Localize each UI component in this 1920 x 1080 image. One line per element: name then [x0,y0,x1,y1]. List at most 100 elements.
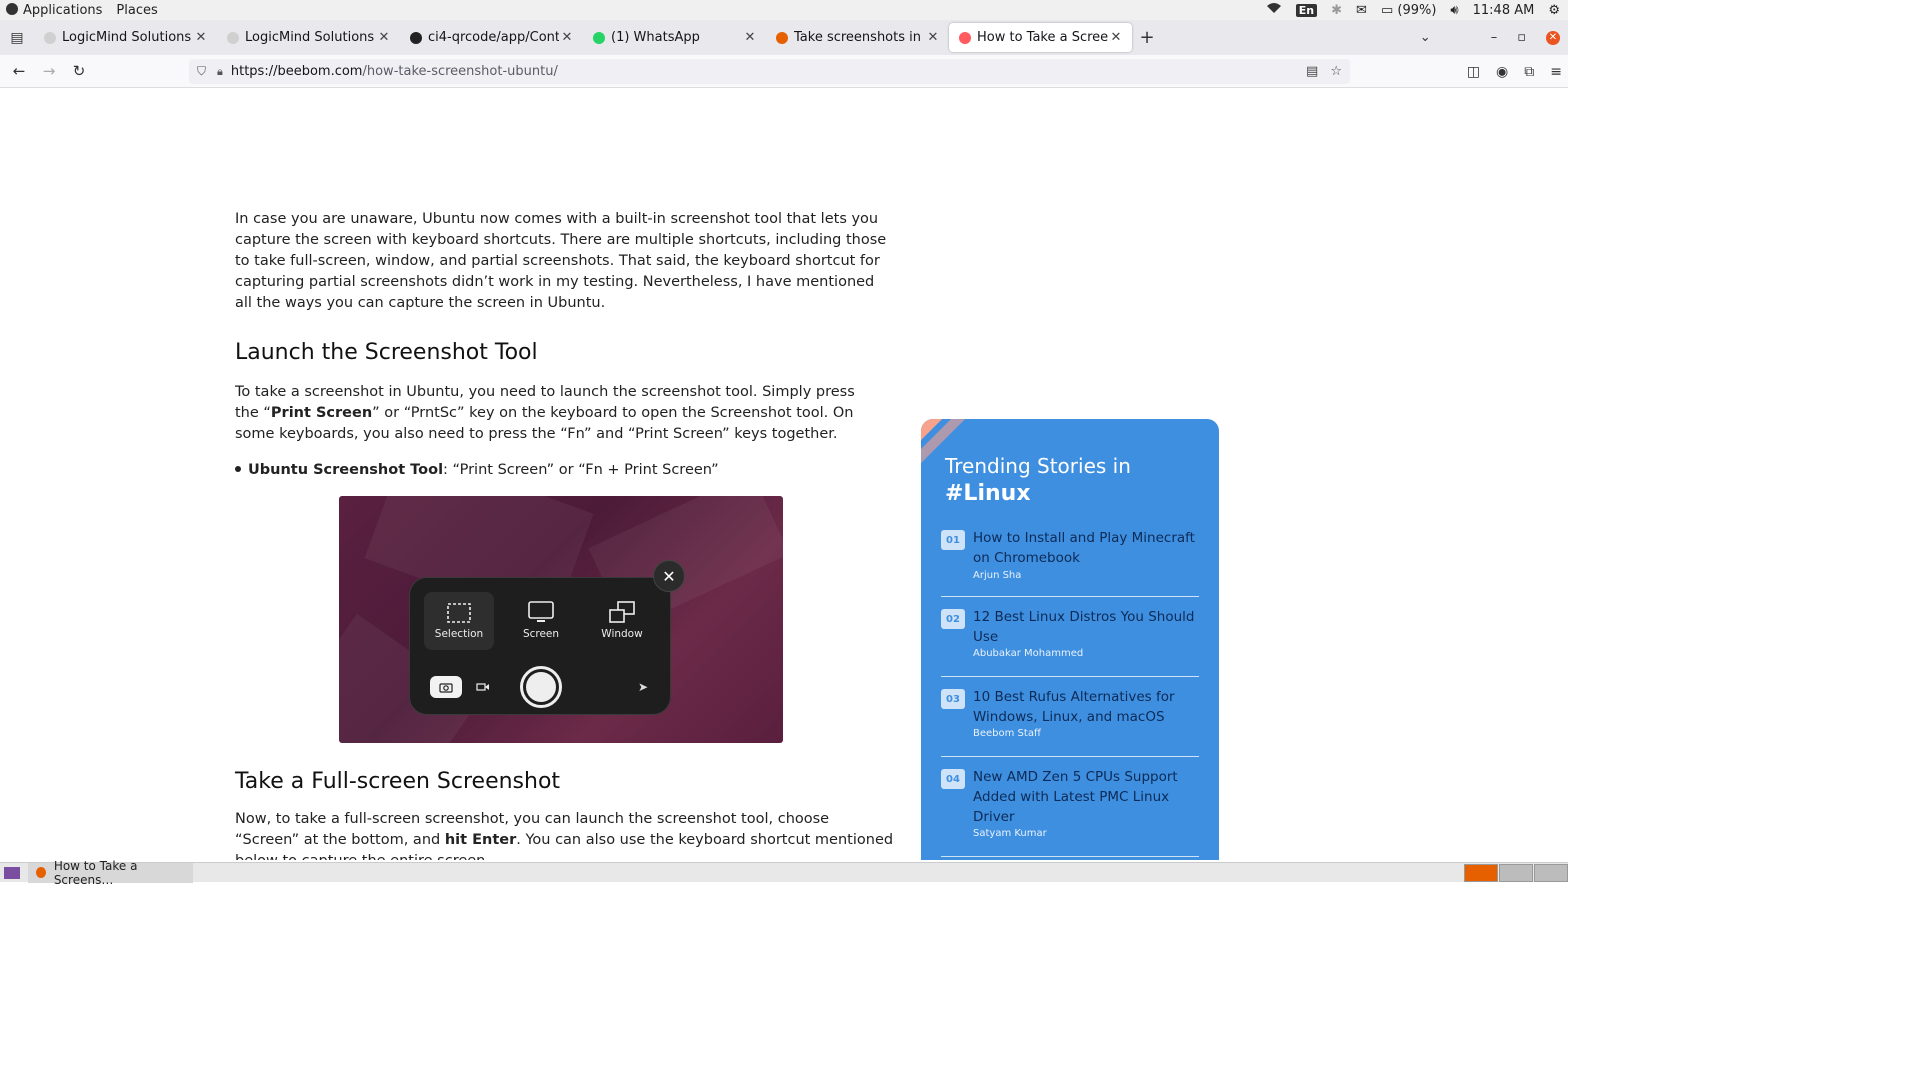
workspace-3[interactable] [1534,864,1568,882]
system-menu-gear-icon[interactable]: ⚙ [1548,3,1560,18]
close-tab-icon[interactable]: ✕ [1108,30,1124,45]
close-tab-icon[interactable]: ✕ [925,30,941,45]
story-author[interactable]: Satyam Kumar [973,828,1047,839]
system-top-bar: Applications Places En ✱ ✉ ▭ (99%) 🔊︎ 11… [0,0,1568,20]
intro-paragraph: In case you are unaware, Ubuntu now come… [235,211,887,311]
new-tab-button[interactable]: + [1132,27,1162,48]
heading-full-screen-screenshot: Take a Full-screen Screenshot [235,769,561,794]
close-window-button[interactable]: ✕ [1546,30,1560,45]
taskbar-window-item[interactable]: How to Take a Screens… [28,859,193,887]
reader-view-icon[interactable]: ▤ [1306,64,1318,79]
story-number-badge: 01 [941,530,965,550]
launch-paragraph: To take a screenshot in Ubuntu, you need… [235,384,855,442]
heading-launch-screenshot-tool: Launch the Screenshot Tool [235,340,538,365]
back-button[interactable]: ← [4,62,34,80]
story-author[interactable]: Beebom Staff [973,728,1041,739]
browser-tab[interactable]: ci4-qrcode/app/Controlle✕ [400,23,583,52]
bullet-dot [235,466,241,472]
app-menu-hamburger-icon[interactable]: ≡ [1550,64,1562,80]
forward-button[interactable]: → [34,62,64,80]
wifi-icon[interactable] [1266,2,1282,18]
story-title-link[interactable]: How to Install and Play Minecraft on Chr… [973,528,1199,568]
trending-story[interactable]: 04 New AMD Zen 5 CPUs Support Added with … [941,767,1199,857]
monitor-icon [528,601,554,622]
tab-favicon-icon [593,31,605,44]
places-menu[interactable]: Places [116,3,157,18]
story-number-badge: 03 [941,689,965,709]
story-title-link[interactable]: 10 Best Rufus Alternatives for Windows, … [973,687,1199,727]
tab-title: LogicMind Solutions [62,30,192,45]
selection-icon [447,603,471,623]
close-tab-icon[interactable]: ✕ [193,30,209,45]
bullet-item: Ubuntu Screenshot Tool: “Print Screen” o… [235,460,875,481]
story-number-badge: 02 [941,609,965,629]
tab-title: LogicMind Solutions [245,30,375,45]
screenshot-ui-panel: Selection Screen Window ➤ [409,577,671,715]
video-camera-icon [472,676,494,698]
keyboard-layout-indicator[interactable]: En [1295,3,1318,17]
page-content: In case you are unaware, Ubuntu now come… [0,89,1568,860]
screen-mode-button: Screen [506,592,576,650]
story-title-link[interactable]: 12 Best Linux Distros You Should Use [973,607,1199,647]
list-all-tabs-chevron-icon[interactable]: ⌄ [1420,30,1431,45]
account-icon[interactable]: ◉ [1496,64,1508,80]
address-bar[interactable]: ⛉ 🔒︎ https://beebom.com/how-take-screens… [189,59,1350,84]
window-icon [609,601,635,623]
full-screen-paragraph: Now, to take a full-screen screenshot, y… [235,811,894,860]
browser-tab[interactable]: Take screenshots in Firef✕ [766,23,949,52]
trending-stories-widget: Trending Stories in #Linux 01 How to Inst… [921,419,1219,860]
trending-story[interactable]: 02 12 Best Linux Distros You Should Use Ab… [941,607,1199,677]
browser-tab[interactable]: LogicMind Solutions ✕ [217,23,400,52]
close-tab-icon[interactable]: ✕ [559,30,575,45]
tab-favicon-icon [410,31,422,44]
close-icon: ✕ [653,560,685,592]
show-desktop-icon[interactable] [4,866,20,879]
story-number-badge: 04 [941,769,965,789]
battery-icon: ▭ [1380,2,1394,18]
url-host: https://beebom.com [230,64,363,79]
tab-favicon-icon [227,31,239,44]
battery-indicator[interactable]: ▭ (99%) [1381,3,1436,18]
browser-tab[interactable]: (1) WhatsApp ✕ [583,23,766,52]
firefox-icon [36,867,46,878]
lock-icon[interactable]: 🔒︎ [217,65,223,79]
close-tab-icon[interactable]: ✕ [742,30,758,45]
maximize-window-button[interactable]: ▫ [1517,30,1526,45]
firefox-view-icon[interactable]: ▤ [0,20,34,55]
tab-favicon-icon [44,31,56,44]
tracking-protection-shield-icon[interactable]: ⛉ [197,64,209,79]
bottom-taskbar: How to Take a Screens… [0,859,1568,887]
clock[interactable]: 11:48 AM [1473,3,1535,18]
story-author[interactable]: Abubakar Mohammed [973,648,1083,659]
browser-nav-bar: ← → ↻ ⛉ 🔒︎ https://beebom.com/how-take-s… [0,55,1568,88]
tab-title: How to Take a Screensho [977,30,1108,45]
tab-title: (1) WhatsApp [611,30,700,45]
browser-tab[interactable]: How to Take a Screensho✕ [949,23,1132,52]
story-author[interactable]: Arjun Sha [973,570,1021,581]
selection-mode-button: Selection [424,592,494,650]
volume-icon[interactable]: 🔊︎ [1450,3,1458,18]
bookmark-star-icon[interactable]: ☆ [1330,64,1342,79]
extensions-icon[interactable]: ⧉ [1524,64,1534,80]
pocket-icon[interactable]: ◫ [1467,64,1480,80]
browser-tab-strip: ▤ LogicMind Solutions ✕ LogicMind Solution… [0,20,1568,55]
workspace-2[interactable] [1499,864,1533,882]
mail-icon[interactable]: ✉ [1356,3,1367,18]
minimize-window-button[interactable]: – [1491,30,1498,45]
trending-title: Trending Stories in #Linux [945,454,1131,506]
story-title-link[interactable]: New AMD Zen 5 CPUs Support Added with La… [973,767,1199,827]
ubuntu-logo-icon [6,2,18,15]
applications-menu[interactable]: Applications [6,2,102,18]
trending-story[interactable]: 01 How to Install and Play Minecraft on C… [941,528,1199,597]
bluetooth-icon[interactable]: ✱ [1331,3,1342,18]
url-path: /how-take-screenshot-ubuntu/ [362,64,558,79]
close-tab-icon[interactable]: ✕ [376,30,392,45]
workspace-1[interactable] [1464,864,1498,882]
screenshot-tool-image: Selection Screen Window ➤ ✕ [339,496,783,743]
tab-title: Take screenshots in Firef [794,30,925,45]
trending-story[interactable]: 03 10 Best Rufus Alternatives for Windows… [941,687,1199,757]
reload-button[interactable]: ↻ [64,62,94,80]
camera-icon [430,676,462,698]
tab-title: ci4-qrcode/app/Controlle [428,30,559,45]
browser-tab[interactable]: LogicMind Solutions ✕ [34,23,217,52]
